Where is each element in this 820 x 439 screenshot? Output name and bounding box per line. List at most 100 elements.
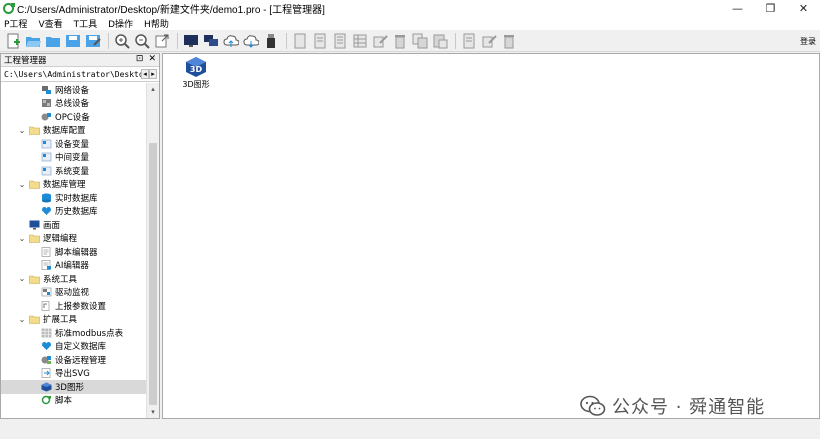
cloud-download-icon[interactable] [242, 32, 260, 50]
monitor-icon[interactable] [182, 32, 200, 50]
tree-item-label: 总线设备 [55, 99, 90, 110]
panel-title: 工程管理器 [4, 56, 47, 66]
delete-icon[interactable] [391, 32, 409, 50]
window-controls: — ❐ ✕ [721, 0, 820, 16]
tree-toggle-icon[interactable]: ⌄ [17, 274, 27, 283]
close-button[interactable]: ✕ [787, 0, 820, 16]
menu-bar: P工程 V查看 T工具 D操作 H帮助 [0, 16, 820, 30]
paste-icon[interactable] [431, 32, 449, 50]
remote-manage-icon [41, 355, 55, 365]
menu-operate[interactable]: D操作 [108, 17, 133, 30]
zoom-out-icon[interactable] [133, 32, 151, 50]
3d-graphics-label: 3D图形 [182, 80, 210, 89]
tree-item[interactable]: 历史数据库 [1, 205, 147, 219]
tree-item[interactable]: 中间变量 [1, 151, 147, 165]
export-icon[interactable] [153, 32, 171, 50]
driver-monitor-icon [41, 287, 55, 297]
cloud-upload-icon[interactable] [222, 32, 240, 50]
tree-item[interactable]: ⌄ 扩展工具 [1, 313, 147, 327]
multi-monitor-icon[interactable] [202, 32, 220, 50]
pen-icon[interactable] [480, 32, 498, 50]
path-right-arrow-icon[interactable]: ▸ [149, 69, 157, 79]
tree-item[interactable]: AI编辑器 [1, 259, 147, 273]
tree-item-label: AI编辑器 [55, 261, 89, 272]
folder-icon [29, 314, 43, 325]
new-file-icon[interactable] [4, 32, 22, 50]
tree-item[interactable]: 设备变量 [1, 137, 147, 151]
tree-toggle-icon[interactable]: ⌄ [17, 234, 27, 243]
tree-item[interactable]: ⌄ 数据库配置 [1, 124, 147, 138]
save-icon[interactable] [64, 32, 82, 50]
custom-db-icon [41, 341, 55, 351]
menu-tools[interactable]: T工具 [74, 17, 98, 30]
tree-toggle-icon[interactable]: ⌄ [17, 180, 27, 189]
grid-table-icon [41, 328, 55, 338]
tree-item[interactable]: 实时数据库 [1, 191, 147, 205]
status-strip [0, 420, 820, 439]
tree-item[interactable]: 脚本编辑器 [1, 245, 147, 259]
trash-icon[interactable] [500, 32, 518, 50]
tree-item[interactable]: 网络设备 [1, 83, 147, 97]
maximize-button[interactable]: ❐ [754, 0, 787, 16]
project-tree: 网络设备总线设备 OPC设备 ⌄ 数据库配置设备变量中间变量 系统变量 ⌄ 数据库管理 实时数… [1, 83, 147, 418]
tree-item-label: 设备变量 [55, 139, 90, 150]
tree-item[interactable]: 自定义数据库 [1, 340, 147, 354]
save-as-icon[interactable] [84, 32, 102, 50]
pin-icon[interactable]: ⊡ [136, 54, 144, 64]
opc-device-icon [41, 112, 55, 122]
tree-item[interactable]: 系统变量 [1, 164, 147, 178]
folder-icon[interactable] [44, 32, 62, 50]
3d-graphics-item[interactable]: 3D 3D图形 [181, 56, 211, 90]
3d-graphics-icon [41, 382, 55, 392]
panel-close-icon[interactable]: ✕ [148, 54, 156, 64]
tree-item[interactable]: ⌄ 系统工具 [1, 272, 147, 286]
window-title: C:/Users/Administrator/Desktop/新建文件夹/dem… [17, 4, 325, 16]
scroll-up-icon[interactable]: ▴ [147, 83, 159, 95]
path-left-arrow-icon[interactable]: ◂ [141, 69, 149, 79]
tree-item-label: 数据库配置 [43, 126, 86, 137]
scroll-down-icon[interactable]: ▾ [147, 406, 159, 418]
usb-icon[interactable] [262, 32, 280, 50]
tree-item[interactable]: 导出SVG [1, 367, 147, 381]
minimize-button[interactable]: — [721, 0, 754, 16]
tree-toggle-icon[interactable]: ⌄ [17, 126, 27, 135]
watermark: 公众号 · 舜通智能 [580, 393, 765, 419]
open-folder-icon[interactable] [24, 32, 42, 50]
tree-item[interactable]: OPC设备 [1, 110, 147, 124]
list-icon[interactable] [331, 32, 349, 50]
login-button[interactable]: 登录 [800, 36, 816, 47]
tree-item[interactable]: 标准modbus点表 [1, 326, 147, 340]
page-icon[interactable] [460, 32, 478, 50]
tree-item[interactable]: 画面 [1, 218, 147, 232]
zoom-in-icon[interactable] [113, 32, 131, 50]
tree-item-label: 数据库管理 [43, 180, 86, 191]
tree-item-label: 上报参数设置 [55, 301, 107, 312]
3d-graphics-icon: 3D [186, 57, 206, 77]
variable-icon [41, 166, 55, 176]
tree-item-label: 历史数据库 [55, 207, 98, 218]
tree-item[interactable]: 脚本 [1, 394, 147, 408]
tree-item[interactable]: ⌄ 数据库管理 [1, 178, 147, 192]
folder-icon [29, 274, 43, 284]
tree-item[interactable]: ⌄ 逻辑编程 [1, 232, 147, 246]
tree-item-label: 中间变量 [55, 153, 90, 164]
title-bar: C:/Users/Administrator/Desktop/新建文件夹/dem… [0, 0, 820, 16]
tree-item[interactable]: 设备远程管理 [1, 353, 147, 367]
tree-item[interactable]: 上报参数设置 [1, 299, 147, 313]
main-workspace: 3D 3D图形 [162, 53, 820, 419]
edit-icon[interactable] [371, 32, 389, 50]
menu-project[interactable]: P工程 [4, 17, 27, 30]
tree-item[interactable]: 驱动监视 [1, 286, 147, 300]
menu-help[interactable]: H帮助 [144, 17, 169, 30]
doc-icon[interactable] [291, 32, 309, 50]
scrollbar-thumb[interactable] [149, 143, 157, 405]
tree-item[interactable]: 3D图形 [1, 380, 147, 394]
doc-add-icon[interactable] [311, 32, 329, 50]
table-icon[interactable] [351, 32, 369, 50]
tree-toggle-icon[interactable]: ⌄ [17, 315, 27, 324]
copy-icon[interactable] [411, 32, 429, 50]
tree-scrollbar[interactable]: ▴ ▾ [146, 83, 159, 418]
tree-item[interactable]: 总线设备 [1, 97, 147, 111]
tree-item-label: OPC设备 [55, 112, 90, 123]
menu-view[interactable]: V查看 [38, 17, 62, 30]
